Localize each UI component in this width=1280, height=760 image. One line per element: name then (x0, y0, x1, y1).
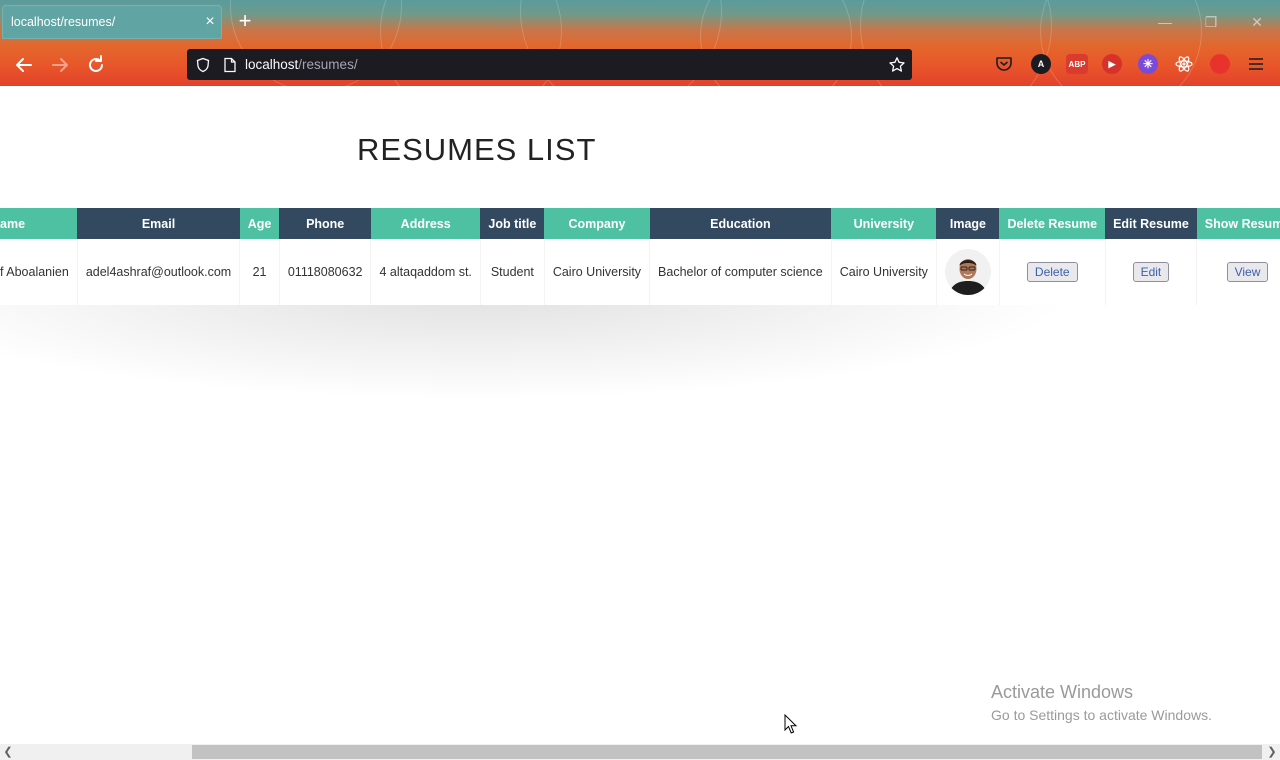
cell-email: adel4ashraf@outlook.com (77, 239, 241, 305)
cell-education: Bachelor of computer science (649, 239, 832, 305)
cell-company: Cairo University (544, 239, 651, 305)
restore-icon[interactable]: ❐ (1196, 10, 1226, 34)
reload-icon[interactable] (84, 53, 108, 77)
page-title: RESUMES LIST (357, 132, 597, 167)
header-company: Company (544, 208, 650, 239)
minimize-icon[interactable]: — (1150, 10, 1180, 34)
back-arrow-icon[interactable] (12, 53, 36, 77)
cell-age: 21 (239, 239, 280, 305)
browser-tab[interactable]: localhost/resumes/ × (2, 5, 222, 39)
person-avatar-icon (944, 249, 991, 295)
page-icon (224, 57, 236, 72)
url-text: localhost/resumes/ (245, 57, 358, 72)
header-name: ame (0, 208, 78, 239)
heart-icon[interactable] (1210, 54, 1230, 74)
window-close-icon[interactable]: ✕ (1242, 10, 1272, 34)
header-address: Address (370, 208, 481, 239)
ublock-icon[interactable]: ▶ (1102, 54, 1122, 74)
header-job-title: Job title (480, 208, 545, 239)
pocket-icon[interactable] (994, 54, 1014, 74)
cell-job-title: Student (480, 239, 545, 305)
cell-view: View (1196, 239, 1280, 305)
tab-close-icon[interactable]: × (198, 13, 222, 31)
address-bar[interactable]: localhost/resumes/ (187, 49, 912, 80)
cell-university: Cairo University (831, 239, 937, 305)
cell-phone: 01118080632 (279, 239, 372, 305)
edit-button[interactable]: Edit (1132, 262, 1170, 282)
abp-icon[interactable]: ABP (1066, 54, 1088, 74)
bookmark-star-icon[interactable] (888, 56, 906, 74)
header-phone: Phone (279, 208, 371, 239)
table-row: f Aboalanien adel4ashraf@outlook.com 21 … (0, 239, 1280, 305)
tab-title: localhost/resumes/ (11, 15, 116, 29)
header-university: University (831, 208, 937, 239)
table-header-row: ame Email Age Phone Address Job title Co… (0, 208, 1280, 239)
header-image: Image (936, 208, 1000, 239)
header-age: Age (239, 208, 280, 239)
resumes-table: ame Email Age Phone Address Job title Co… (0, 208, 1280, 305)
account-icon[interactable]: A (1031, 54, 1051, 74)
cell-image (936, 239, 1000, 305)
activate-windows-title: Activate Windows (991, 682, 1134, 702)
scroll-right-icon[interactable]: ❯ (1264, 744, 1280, 760)
delete-button[interactable]: Delete (1026, 262, 1078, 282)
header-email: Email (77, 208, 240, 239)
menu-icon[interactable] (1246, 54, 1266, 74)
react-devtools-icon[interactable] (1174, 54, 1194, 74)
snowflake-icon[interactable]: ✳ (1138, 54, 1158, 74)
header-show-resume: Show Resume (1196, 208, 1280, 239)
view-button[interactable]: View (1226, 262, 1269, 282)
header-delete-resume: Delete Resume (999, 208, 1106, 239)
scrollbar-thumb[interactable] (192, 745, 1262, 759)
cell-edit: Edit (1105, 239, 1198, 305)
scroll-left-icon[interactable]: ❮ (0, 744, 16, 760)
new-tab-button[interactable]: + (233, 9, 257, 33)
cell-delete: Delete (999, 239, 1106, 305)
header-edit-resume: Edit Resume (1105, 208, 1197, 239)
forward-arrow-icon[interactable] (48, 53, 72, 77)
url-path: /resumes/ (298, 57, 358, 72)
mouse-cursor-icon (784, 714, 798, 734)
table-shadow (0, 290, 1080, 400)
cell-name: f Aboalanien (0, 239, 78, 305)
shield-icon[interactable] (195, 57, 211, 73)
header-education: Education (649, 208, 832, 239)
cell-address: 4 altaqaddom st. (370, 239, 481, 305)
resumes-table-container: ame Email Age Phone Address Job title Co… (0, 208, 1280, 305)
activate-windows-subtitle: Go to Settings to activate Windows. (991, 707, 1212, 723)
url-host: localhost (245, 57, 299, 72)
profile-photo (944, 249, 991, 295)
